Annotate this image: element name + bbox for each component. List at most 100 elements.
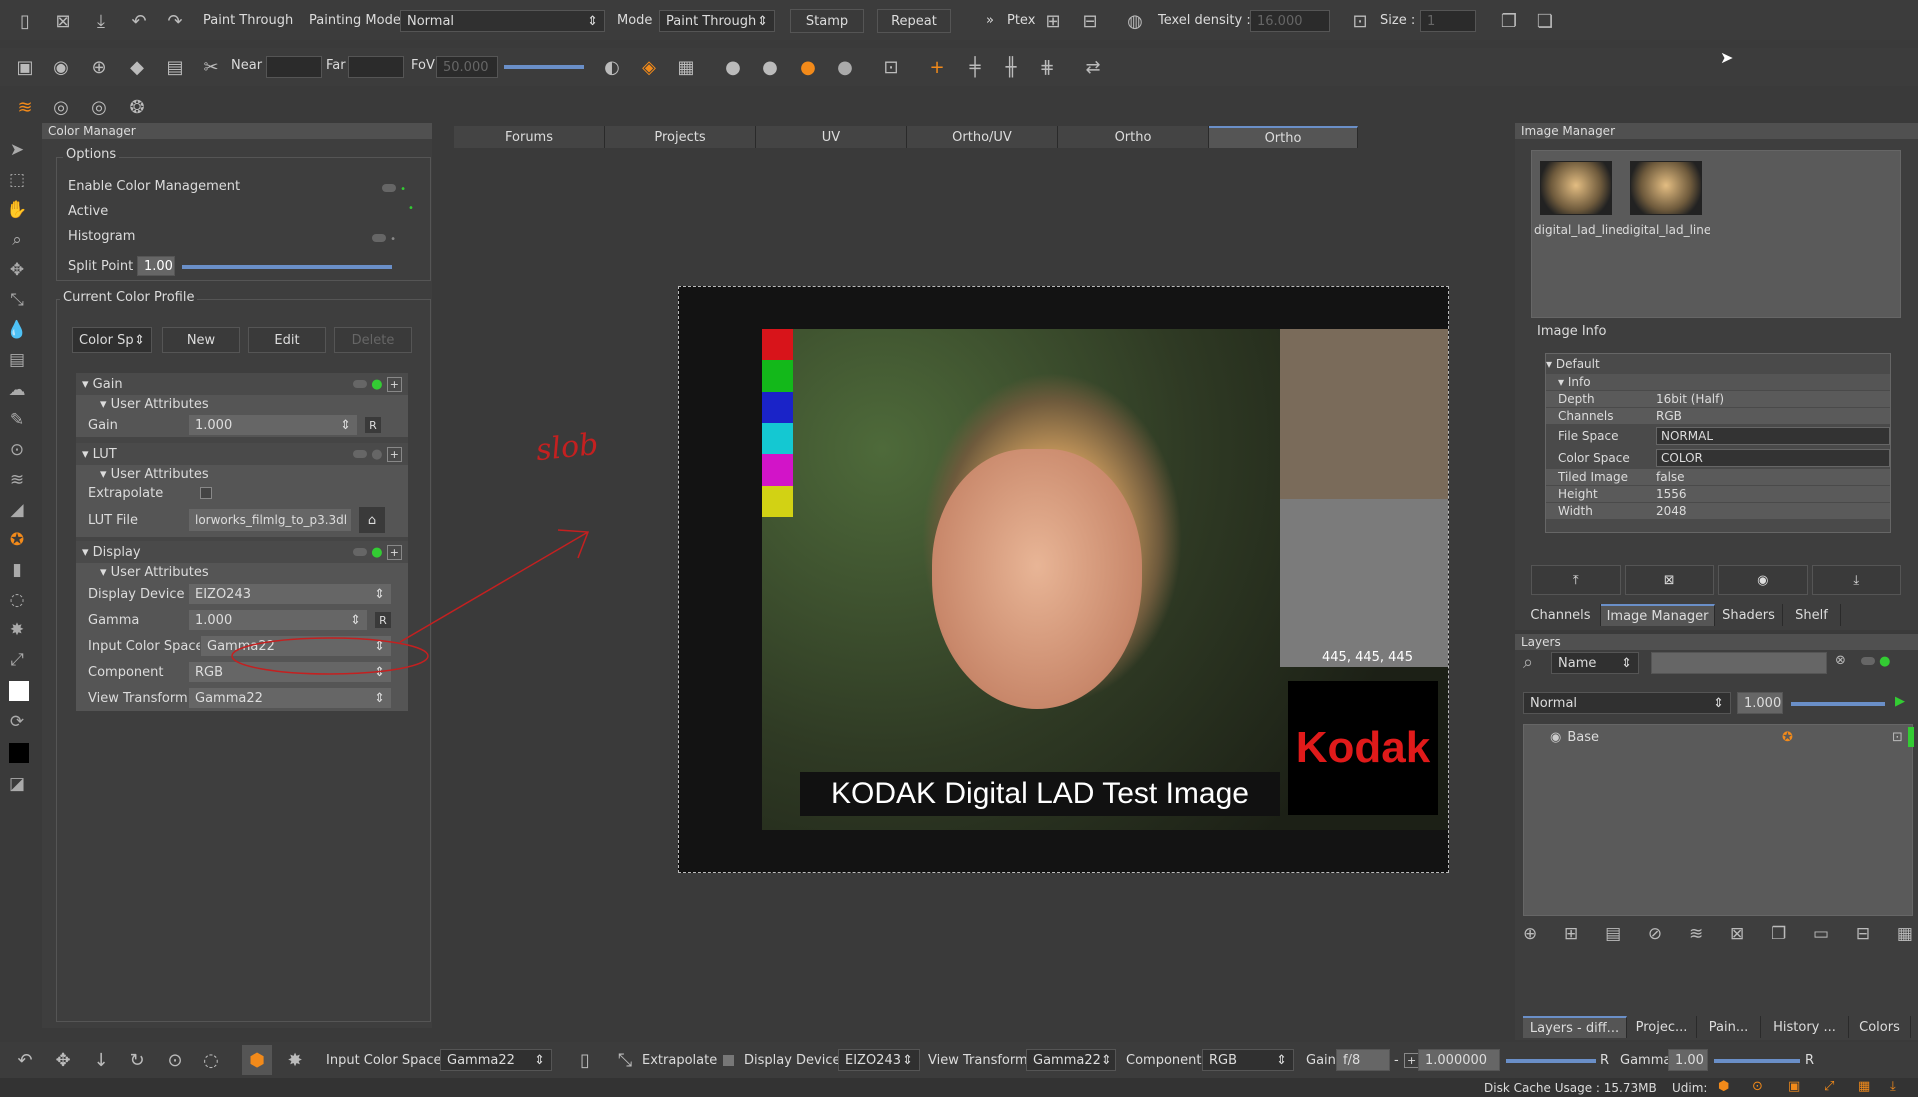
bottom-gamma-slider[interactable] [1714,1059,1800,1063]
tab-projection[interactable]: Projec... [1627,1016,1697,1038]
sphere-mid-icon[interactable]: ● [755,52,785,82]
marquee-icon[interactable]: ⬚ [2,165,32,195]
bottom-gain-slider[interactable] [1506,1059,1596,1063]
fov-input[interactable]: 50.000 [436,56,498,78]
udim-icon-3[interactable]: ▣ [1788,1079,1800,1094]
bottom-input-cs-select[interactable]: Gamma22 ⇕ [440,1049,552,1071]
blur-icon[interactable]: ≋ [2,465,32,495]
tab-ortho-active[interactable]: Ortho [1209,126,1358,148]
far-input[interactable] [348,56,404,78]
layer-filter-select[interactable]: Name ⇕ [1551,652,1639,674]
hand-icon[interactable]: ✋ [2,195,32,225]
view-image-button[interactable]: ◉ [1718,565,1808,595]
blend-mode-select[interactable]: Normal ⇕ [1523,692,1731,714]
stamp-button[interactable]: Stamp [790,9,864,33]
bottom-gain-input[interactable]: 1.000000 [1418,1049,1500,1071]
enable-color-mgmt-toggle[interactable]: • [382,181,406,196]
duplicate-layer-icon[interactable]: ❐ [1771,924,1786,954]
clip-icon[interactable]: ✂ [196,52,226,82]
layer-copy-icon[interactable]: ❐ [1494,6,1524,36]
down-arrow-icon[interactable]: ↓ [86,1045,116,1075]
sphere-dark-icon[interactable]: ● [718,52,748,82]
gain-minus-button[interactable]: - [1394,1053,1399,1068]
layer-grid-icon[interactable]: ▦ [1897,924,1913,954]
info-value[interactable]: NORMAL [1656,426,1890,445]
texel-density-input[interactable]: 16.000 [1250,10,1330,32]
gradient-icon[interactable]: ▮ [2,555,32,585]
symmetry-z-icon[interactable]: ⋕ [1032,52,1062,82]
layer-lock-icon[interactable]: ⊡ [1892,730,1903,745]
undo-tool-icon[interactable]: ↶ [10,1045,40,1075]
tab-uv[interactable]: UV [756,126,907,148]
move-tool-icon[interactable]: ✥ [48,1045,78,1075]
transform-icon[interactable]: ⤡ [2,285,32,315]
color-space-select[interactable]: Color Sp ⇕ [72,327,152,353]
split-point-input[interactable]: 1.00 [137,256,175,276]
symmetry-x-icon[interactable]: ╪ [960,52,990,82]
extrapolate-icon[interactable]: ⤡ [610,1045,640,1075]
tab-projects[interactable]: Projects [605,126,756,148]
bottom-gain-fstop[interactable]: f/8 [1336,1049,1390,1071]
select-arrow-icon[interactable]: ➤ [2,135,32,165]
fov-slider[interactable] [504,65,584,69]
tab-shelf[interactable]: Shelf [1783,604,1841,626]
film-icon[interactable]: ▤ [160,52,190,82]
eraser-icon[interactable]: ◢ [2,495,32,525]
info-row[interactable]: ▾ Info [1546,374,1890,391]
eye-icon[interactable]: ◎ [46,92,76,122]
import-image-button[interactable]: ⤒ [1531,565,1621,595]
histogram-toggle[interactable]: • [372,231,396,246]
overflow-chevron[interactable]: » [986,13,994,28]
pin-icon[interactable]: ✎ [2,405,32,435]
edit-profile-button[interactable]: Edit [248,327,326,353]
settings-icon[interactable]: ✸ [2,615,32,645]
add-group-icon[interactable]: ▤ [1605,924,1621,954]
view-icon[interactable]: ▣ [10,52,40,82]
redo-icon[interactable]: ↷ [160,6,190,36]
zoom-icon[interactable]: ⌕ [2,225,32,255]
painting-mode-select[interactable]: Normal ⇕ [400,10,605,32]
add-mask-icon[interactable]: ⊠ [1730,924,1744,954]
globe-icon[interactable]: ◍ [1120,6,1150,36]
rotate-icon[interactable]: ↻ [122,1045,152,1075]
tab-painting[interactable]: Pain... [1697,1016,1761,1038]
material-orange-icon[interactable]: ◈ [634,52,664,82]
save-icon[interactable]: ⤓ [86,6,116,36]
add-adjust-icon[interactable]: ⊘ [1648,924,1662,954]
gain-section[interactable]: ▾ Gain ● + [76,373,408,395]
merge-layer-icon[interactable]: ▭ [1813,924,1829,954]
reset-colors-icon[interactable]: ◪ [2,769,32,799]
thumbnail-2[interactable] [1630,161,1702,215]
camera-icon[interactable]: ◉ [46,52,76,82]
bottom-gamma-reset[interactable]: R [1805,1053,1814,1068]
delete-image-button[interactable]: ⊠ [1624,565,1714,595]
udim-icon-5[interactable]: ▦ [1858,1079,1870,1094]
tab-forums[interactable]: Forums [454,126,605,148]
new-file-icon[interactable]: ▯ [10,6,40,36]
bottom-component-select[interactable]: RGB ⇕ [1202,1049,1294,1071]
bottom-gain-reset[interactable]: R [1600,1053,1609,1068]
eyedropper-icon[interactable]: ⤢ [2,645,32,675]
close-file-icon[interactable]: ⊠ [48,6,78,36]
tab-image-manager[interactable]: Image Manager [1601,604,1715,626]
flip-icon[interactable]: ⇄ [1078,52,1108,82]
lut-file-icon[interactable]: ▯ [570,1045,600,1075]
layer-row-base[interactable]: ◉ Base ✪ ⊡ [1524,725,1914,749]
mode-select[interactable]: Paint Through ⇕ [659,10,775,32]
foreground-color-swatch[interactable] [9,681,29,701]
gain-plus-button[interactable]: + [1404,1053,1420,1068]
bottom-view-transform-select[interactable]: Gamma22 ⇕ [1026,1049,1116,1071]
scale-icon[interactable]: ⊙ [160,1045,190,1075]
tab-shaders[interactable]: Shaders [1715,604,1783,626]
add-fill-icon[interactable]: ≋ [1689,924,1703,954]
cube-icon[interactable]: ◆ [122,52,152,82]
sphere-light-icon[interactable]: ● [830,52,860,82]
delete-layer-icon[interactable]: ⊟ [1856,924,1870,954]
udim-icon-4[interactable]: ⤢ [1824,1079,1834,1094]
layers-stack-icon[interactable]: ▤ [2,345,32,375]
pivot-icon[interactable]: + [922,52,952,82]
lasso-icon[interactable]: ◌ [196,1045,226,1075]
layer-opacity-slider[interactable] [1791,702,1885,706]
repeat-button[interactable]: Repeat [877,9,951,33]
frame-icon[interactable]: ⊕ [84,52,114,82]
